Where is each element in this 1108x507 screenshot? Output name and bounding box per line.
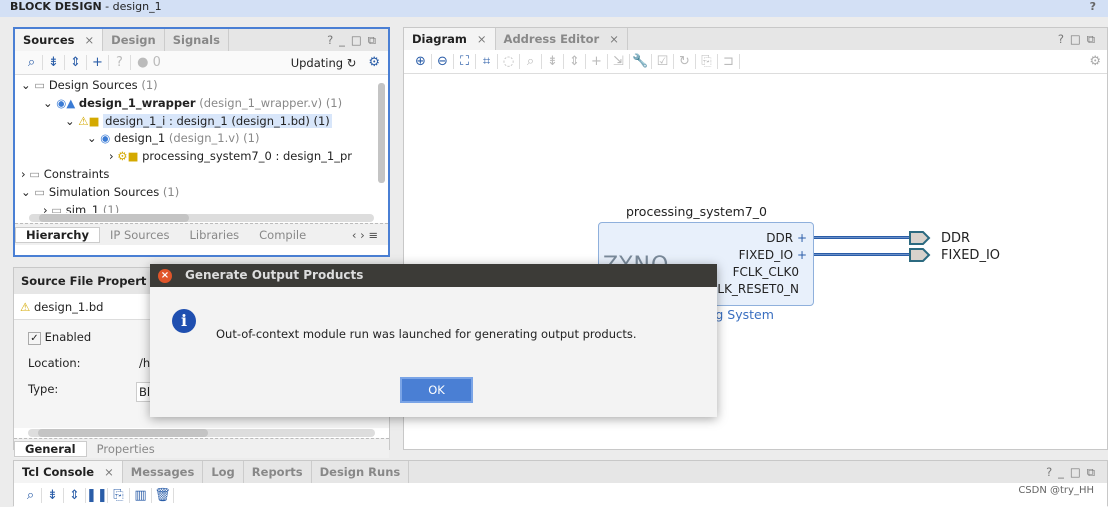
search-icon[interactable]: ⌕ bbox=[20, 487, 42, 503]
tab-ip-sources[interactable]: IP Sources bbox=[100, 228, 179, 242]
tree-item-design-1[interactable]: ⌄ ◉ design_1 (design_1.v) (1) bbox=[21, 130, 388, 148]
port-arrows-icon[interactable] bbox=[909, 231, 931, 263]
block-design-icon: ⚠■ bbox=[78, 113, 100, 128]
horizontal-scrollbar[interactable] bbox=[28, 429, 375, 437]
add-icon[interactable]: + bbox=[87, 55, 109, 70]
tab-libraries[interactable]: Libraries bbox=[179, 228, 249, 242]
ok-button[interactable]: OK bbox=[400, 377, 473, 403]
horizontal-scrollbar[interactable] bbox=[29, 214, 374, 222]
sources-panel: Sources × Design Signals ?_□⧉ ⌕ ⇟ ⇕ + ? ●… bbox=[13, 27, 390, 257]
message-count: ● 0 bbox=[137, 55, 161, 70]
tab-address-editor[interactable]: Address Editor × bbox=[496, 28, 628, 50]
window-controls[interactable]: ?_□⧉ bbox=[1046, 465, 1107, 480]
expand-all-icon[interactable]: ⇕ bbox=[65, 55, 87, 70]
copy-icon[interactable]: ⎘ bbox=[108, 487, 130, 503]
window-controls[interactable]: ?□⧉ bbox=[1058, 32, 1107, 47]
verilog-icon: ◉▲ bbox=[56, 95, 76, 110]
pause-icon[interactable]: ❚❚ bbox=[86, 487, 108, 503]
port-fixed-io[interactable]: FIXED_IO bbox=[941, 248, 1000, 263]
tab-diagram[interactable]: Diagram × bbox=[404, 28, 496, 50]
close-icon[interactable]: × bbox=[104, 465, 114, 479]
collapse-icon[interactable]: ⇟ bbox=[42, 487, 64, 503]
refresh-icon[interactable]: ↻ bbox=[674, 54, 696, 69]
block-design-icon: ⚠ bbox=[20, 300, 31, 314]
trash-icon[interactable]: 🗑 bbox=[152, 487, 174, 503]
pin-fixed-io[interactable]: FIXED_IO + bbox=[739, 248, 807, 262]
tree-item-wrapper[interactable]: ⌄ ◉▲ design_1_wrapper (design_1_wrapper.… bbox=[21, 95, 388, 113]
fixed-io-net[interactable] bbox=[814, 253, 910, 256]
window-controls[interactable]: ?_□⧉ bbox=[327, 33, 388, 48]
block-name: processing_system7_0 bbox=[626, 204, 767, 219]
updating-status: Updating ↻ bbox=[290, 55, 357, 70]
window-title: BLOCK DESIGN bbox=[10, 0, 102, 13]
close-icon[interactable]: × bbox=[609, 32, 619, 46]
watermark: CSDN @try_HH bbox=[1018, 485, 1094, 496]
tab-design-runs[interactable]: Design Runs bbox=[312, 461, 410, 483]
ip-icon: ⚙■ bbox=[117, 149, 139, 164]
close-icon[interactable]: × bbox=[158, 269, 172, 283]
tab-general[interactable]: General bbox=[14, 440, 87, 457]
tree-item-design-sources[interactable]: ⌄ ▭ Design Sources (1) bbox=[21, 77, 388, 95]
collapse-all-icon[interactable]: ⇟ bbox=[43, 55, 65, 70]
tree-item-sim-1[interactable]: › ▭ sim_1 (1) bbox=[21, 202, 388, 213]
tab-properties[interactable]: Properties bbox=[87, 442, 165, 456]
pin-ddr[interactable]: DDR + bbox=[766, 231, 807, 245]
zoom-out-icon[interactable]: ⊖ bbox=[432, 54, 454, 69]
tab-compile[interactable]: Compile bbox=[249, 228, 316, 242]
ddr-net[interactable] bbox=[814, 236, 910, 239]
dialog-title-bar: × Generate Output Products bbox=[150, 264, 717, 287]
tab-messages[interactable]: Messages bbox=[123, 461, 204, 483]
unknown-icon[interactable]: ? bbox=[109, 55, 131, 70]
zoom-in-icon[interactable]: ⊕ bbox=[410, 54, 432, 69]
wrench-icon[interactable]: 🔧 bbox=[630, 54, 652, 69]
tab-reports[interactable]: Reports bbox=[244, 461, 312, 483]
tab-hierarchy[interactable]: Hierarchy bbox=[15, 226, 100, 243]
tree-item-design-1-i[interactable]: ⌄ ⚠■ design_1_i : design_1 (design_1.bd)… bbox=[21, 113, 388, 131]
expand-icon[interactable]: ⇕ bbox=[564, 54, 586, 69]
dialog-title: Generate Output Products bbox=[185, 268, 364, 282]
validate-icon[interactable]: ☑ bbox=[652, 54, 674, 69]
tab-signals[interactable]: Signals bbox=[165, 29, 229, 51]
tab-tcl-console[interactable]: Tcl Console × bbox=[14, 461, 123, 483]
zoom-fit-icon[interactable]: ⛶ bbox=[454, 54, 476, 69]
collapse-icon[interactable]: ⇟ bbox=[542, 54, 564, 69]
zoom-selection-icon[interactable]: ⌗ bbox=[476, 54, 498, 69]
generate-output-products-dialog: × Generate Output Products i Out-of-cont… bbox=[150, 264, 717, 417]
table-icon[interactable]: ▥ bbox=[130, 487, 152, 503]
dialog-message: Out-of-context module run was launched f… bbox=[216, 327, 637, 341]
info-icon: i bbox=[172, 309, 196, 333]
window-title-bar: BLOCK DESIGN - design_1? bbox=[0, 0, 1108, 17]
expand-icon[interactable]: ⇕ bbox=[64, 487, 86, 503]
pin-fclk-clk0[interactable]: FCLK_CLK0 bbox=[733, 265, 799, 279]
search-icon[interactable]: ⌕ bbox=[21, 55, 43, 70]
vertical-scrollbar[interactable] bbox=[378, 83, 385, 183]
port-icon[interactable]: ⊐ bbox=[718, 54, 740, 69]
tree-item-simulation-sources[interactable]: ⌄ ▭ Simulation Sources (1) bbox=[21, 184, 388, 202]
pin-fclk-reset0-n[interactable]: CLK_RESET0_N bbox=[709, 282, 799, 296]
target-icon[interactable]: ◌ bbox=[498, 54, 520, 69]
verilog-icon: ◉ bbox=[100, 131, 111, 146]
tree-item-processing-system[interactable]: › ⚙■ processing_system7_0 : design_1_pr bbox=[21, 148, 388, 166]
window-subtitle: - design_1 bbox=[101, 0, 162, 13]
add-ip-icon[interactable]: + bbox=[586, 54, 608, 69]
help-icon[interactable]: ? bbox=[1090, 0, 1096, 14]
tab-scroll-arrows[interactable]: ‹ › ≡ bbox=[342, 228, 388, 242]
regenerate-layout-icon[interactable]: ⎘ bbox=[696, 54, 718, 69]
tcl-console-panel: Tcl Console × Messages Log Reports Design… bbox=[13, 460, 1108, 507]
make-external-icon[interactable]: ⇲ bbox=[608, 54, 630, 69]
gear-icon[interactable]: ⚙ bbox=[1089, 54, 1101, 69]
close-icon[interactable]: × bbox=[477, 32, 487, 46]
tab-log[interactable]: Log bbox=[203, 461, 244, 483]
search-icon[interactable]: ⌕ bbox=[520, 54, 542, 69]
port-ddr[interactable]: DDR bbox=[941, 231, 970, 246]
tab-design[interactable]: Design bbox=[103, 29, 165, 51]
tab-sources[interactable]: Sources × bbox=[15, 29, 104, 51]
gear-icon[interactable]: ⚙ bbox=[368, 55, 380, 70]
close-icon[interactable]: × bbox=[85, 33, 95, 47]
tree-item-constraints[interactable]: › ▭ Constraints bbox=[21, 166, 388, 184]
